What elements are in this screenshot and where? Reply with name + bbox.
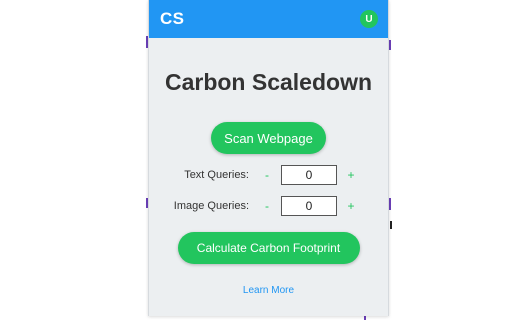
calculate-carbon-footprint-button[interactable]: Calculate Carbon Footprint: [177, 232, 360, 264]
text-queries-increment-button[interactable]: +: [343, 168, 359, 182]
image-queries-label: Image Queries:: [173, 200, 249, 212]
extension-popup: CS U Carbon Scaledown Scan Webpage Text …: [148, 0, 389, 316]
app-logo: CS: [160, 9, 185, 28]
image-queries-input[interactable]: [281, 196, 337, 216]
text-queries-decrement-button[interactable]: -: [259, 168, 275, 182]
user-avatar[interactable]: U: [360, 10, 378, 28]
background-edge: [389, 40, 391, 50]
text-queries-row: Text Queries: - +: [149, 164, 388, 186]
page: CS U Carbon Scaledown Scan Webpage Text …: [0, 0, 512, 320]
text-queries-label: Text Queries:: [184, 169, 249, 181]
image-queries-row: Image Queries: - +: [149, 195, 388, 217]
text-queries-input[interactable]: [281, 165, 337, 185]
background-edge: [390, 221, 392, 229]
background-edge: [389, 198, 391, 210]
scan-webpage-button[interactable]: Scan Webpage: [211, 122, 326, 154]
learn-more-link[interactable]: Learn More: [149, 285, 388, 296]
image-queries-decrement-button[interactable]: -: [259, 199, 275, 213]
popup-header: CS U: [149, 0, 388, 38]
image-queries-increment-button[interactable]: +: [343, 199, 359, 213]
page-title: Carbon Scaledown: [164, 69, 373, 95]
